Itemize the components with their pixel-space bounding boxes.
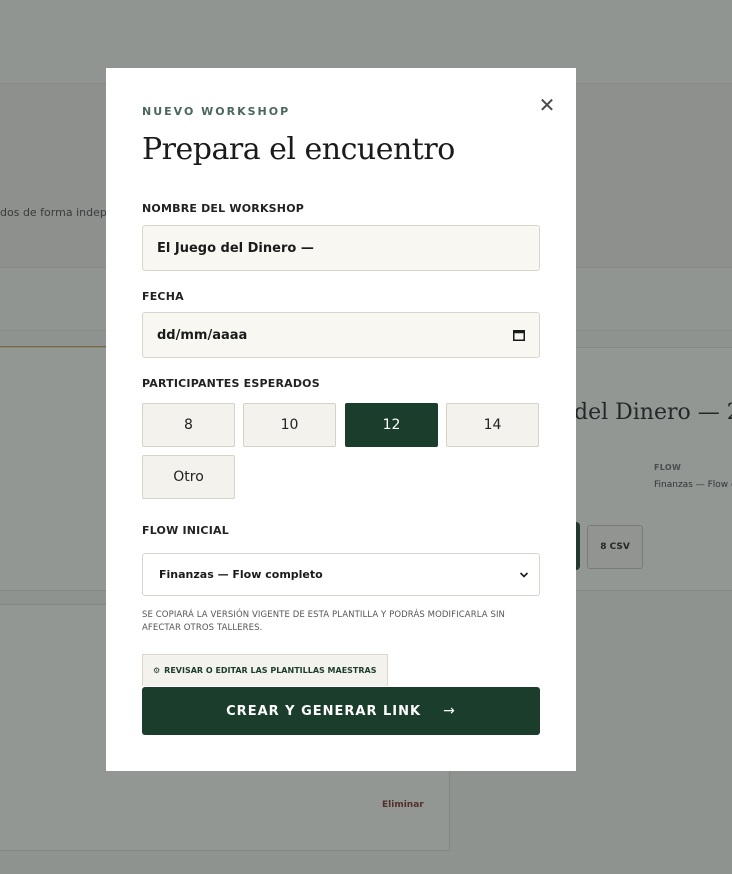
settings-icon: ⚙ [153,666,161,675]
edit-master-templates-link[interactable]: ⚙ REVISAR O EDITAR LAS PLANTILLAS MAESTR… [142,654,388,686]
flow-select-value: Finanzas — Flow completo [159,568,323,581]
date-value: dd/mm/aaaa [157,327,248,343]
modal-title: Prepara el encuentro [142,132,455,167]
template-help-text: SE COPIARÁ LA VERSIÓN VIGENTE DE ESTA PL… [142,610,506,633]
create-link-label: CREAR Y GENERAR LINK [226,703,422,719]
date-label: FECHA [142,290,184,303]
arrow-right-icon: → [443,703,456,719]
workshop-name-label: NOMBRE DEL WORKSHOP [142,202,305,215]
participants-option-14[interactable]: 14 [446,403,539,447]
flow-label: FLOW INICIAL [142,524,229,537]
participants-label: PARTICIPANTES ESPERADOS [142,377,320,390]
participants-option-12[interactable]: 12 [345,403,438,447]
calendar-icon[interactable] [513,329,525,341]
date-input[interactable]: dd/mm/aaaa [142,312,540,358]
workshop-name-input[interactable] [142,225,540,271]
edit-master-templates-label: REVISAR O EDITAR LAS PLANTILLAS MAESTRAS [164,666,377,675]
participants-option-10[interactable]: 10 [243,403,336,447]
participants-option-8[interactable]: 8 [142,403,235,447]
create-link-button[interactable]: CREAR Y GENERAR LINK → [142,687,540,735]
chevron-down-icon [519,571,529,578]
participants-option-other[interactable]: Otro [142,455,235,499]
new-workshop-modal: ✕ NUEVO WORKSHOP Prepara el encuentro NO… [106,68,576,771]
modal-eyebrow: NUEVO WORKSHOP [142,105,291,118]
flow-select[interactable]: Finanzas — Flow completo [142,553,540,596]
close-icon[interactable]: ✕ [536,94,558,116]
